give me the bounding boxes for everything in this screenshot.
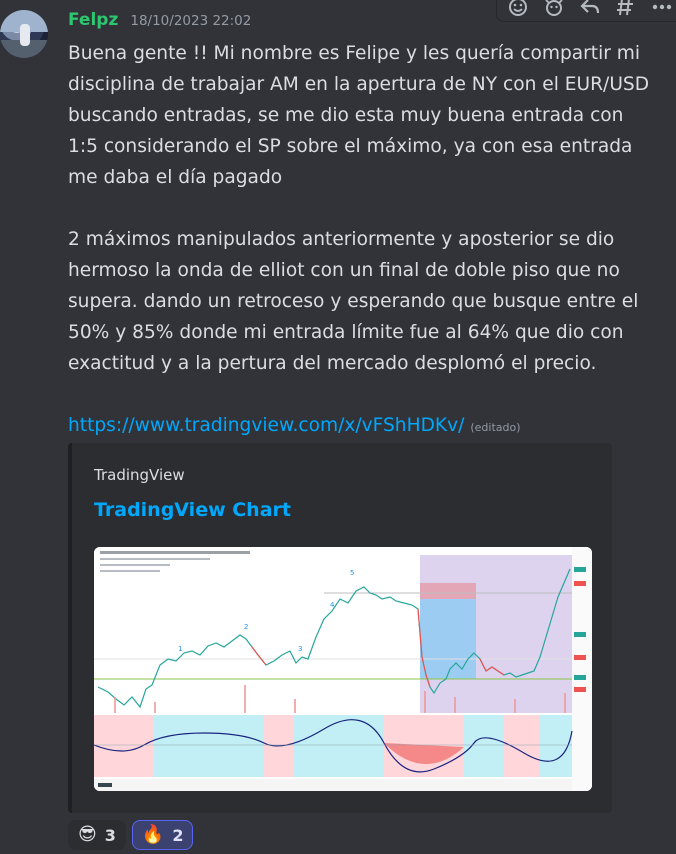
message-timestamp[interactable]: 18/10/2023 22:02: [130, 13, 251, 29]
chart-screenshot: 1 2 3 4 5: [94, 547, 592, 791]
username[interactable]: Felpz: [68, 10, 118, 30]
create-thread-icon[interactable]: [613, 0, 639, 18]
wave-label: 1: [178, 645, 182, 653]
embed-title[interactable]: TradingView Chart: [94, 499, 291, 521]
reaction-fire[interactable]: 🔥 2: [131, 820, 194, 850]
message-actions-toolbar: [496, 0, 676, 22]
sunglasses-emoji-icon: 😎: [78, 824, 97, 845]
message-paragraph: Buena gente !! Mi nombre es Felipe y les…: [68, 43, 650, 188]
more-icon[interactable]: [649, 0, 675, 18]
chat-message: Felpz 18/10/2023 22:02 Buena gente !! Mi…: [0, 0, 676, 854]
message-link[interactable]: https://www.tradingview.com/x/vFShHDKv/: [68, 410, 464, 441]
message-content: Buena gente !! Mi nombre es Felipe y les…: [68, 38, 658, 443]
link-line: https://www.tradingview.com/x/vFShHDKv/ …: [68, 410, 658, 443]
message-header: Felpz 18/10/2023 22:02: [68, 10, 251, 34]
wave-label: 4: [330, 601, 335, 609]
fire-emoji-icon: 🔥: [141, 824, 165, 845]
reaction-count: 3: [104, 825, 116, 845]
avatar-figure: [20, 24, 30, 46]
embed-provider[interactable]: TradingView: [94, 466, 185, 484]
add-reaction-icon[interactable]: [505, 0, 531, 18]
embed-chart-image[interactable]: 1 2 3 4 5: [94, 547, 592, 791]
wave-label: 3: [298, 645, 302, 653]
wave-label: 5: [350, 569, 354, 577]
user-avatar[interactable]: [0, 10, 48, 58]
wave-label: 2: [244, 623, 248, 631]
edited-label: (editado): [470, 421, 521, 434]
reply-icon[interactable]: [577, 0, 603, 18]
message-paragraph: 2 máximos manipulados anteriormente y ap…: [68, 229, 639, 374]
reaction-count: 2: [172, 825, 184, 845]
reaction-sunglasses[interactable]: 😎 3: [68, 820, 126, 850]
reactions-bar: 😎 3 🔥 2: [68, 820, 194, 850]
link-embed: TradingView TradingView Chart 1 2 3 4 5: [68, 443, 612, 813]
super-reaction-icon[interactable]: [541, 0, 567, 18]
